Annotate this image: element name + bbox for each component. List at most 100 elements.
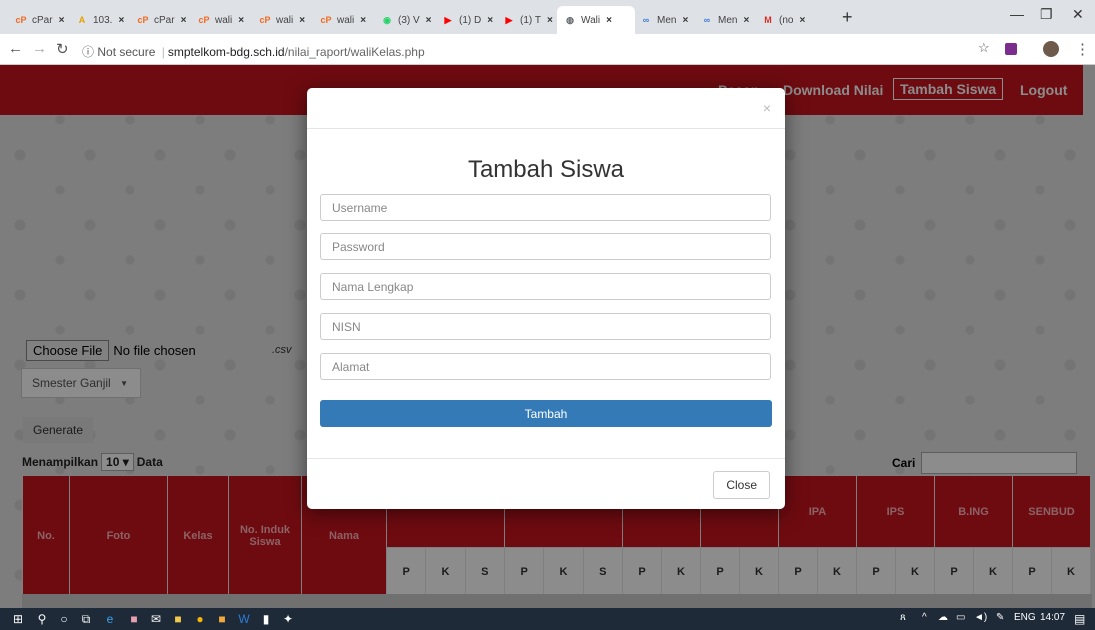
- clock[interactable]: 14:07: [1040, 612, 1065, 623]
- browser-tab-label: Men: [657, 14, 677, 26]
- tambah-siswa-modal: × Tambah Siswa Tambah Close: [307, 88, 785, 509]
- browser-tab-label: 103.: [93, 14, 113, 26]
- fullname-field[interactable]: [320, 273, 771, 300]
- app-icon[interactable]: ■: [214, 611, 230, 627]
- info-icon[interactable]: ⓘ: [82, 45, 94, 59]
- cpanel-icon: cP: [15, 15, 27, 25]
- close-tab-icon[interactable]: ×: [360, 15, 366, 26]
- back-icon[interactable]: ←: [8, 40, 23, 57]
- browser-tab[interactable]: M (no ×: [755, 6, 818, 34]
- bookmark-star-icon[interactable]: ☆: [978, 40, 990, 56]
- browser-tab-label: (1) D: [459, 14, 482, 26]
- browser-tab[interactable]: cP wali ×: [191, 6, 254, 34]
- close-tab-icon[interactable]: ×: [59, 15, 65, 26]
- browser-tab-label: (1) T: [520, 14, 541, 26]
- mail-icon[interactable]: ✉: [148, 611, 164, 627]
- browser-tab[interactable]: ◉ (3) V ×: [374, 6, 437, 34]
- modal-title: Tambah Siswa: [467, 156, 625, 183]
- close-tab-icon[interactable]: ×: [238, 15, 244, 26]
- battery-icon[interactable]: ▭: [956, 612, 965, 623]
- browser-tab[interactable]: cP cPar ×: [130, 6, 193, 34]
- restore-icon[interactable]: ❐: [1040, 6, 1053, 23]
- word-icon[interactable]: W: [236, 611, 252, 627]
- address-bar: ← → ↻ ⓘ Not secure | smptelkom-bdg.sch.id…: [0, 34, 1095, 65]
- browser-tab[interactable]: A 103. ×: [69, 6, 132, 34]
- close-tab-icon[interactable]: ×: [547, 15, 553, 26]
- browser-tab-label: wali: [337, 14, 355, 26]
- app-icon-2[interactable]: ▮: [258, 611, 274, 627]
- new-tab-button[interactable]: +: [842, 7, 853, 28]
- windows-start-icon[interactable]: ⊞: [10, 611, 26, 627]
- security-label: Not secure: [97, 45, 156, 59]
- youtube-icon: ▶: [505, 15, 513, 25]
- reload-icon[interactable]: ↻: [56, 40, 69, 58]
- browser-tab-label: cPar: [154, 14, 175, 26]
- close-tab-icon[interactable]: ×: [181, 15, 187, 26]
- url-path: /nilai_raport/waliKelas.php: [284, 45, 425, 59]
- chrome-icon[interactable]: ●: [192, 611, 208, 627]
- nisn-field[interactable]: [320, 313, 771, 340]
- close-button[interactable]: Close: [713, 471, 770, 499]
- folder-icon[interactable]: ■: [170, 611, 186, 627]
- browser-tab[interactable]: cP wali ×: [313, 6, 376, 34]
- close-tab-icon[interactable]: ×: [606, 15, 612, 26]
- browser-tab[interactable]: ▶ (1) D ×: [435, 6, 498, 34]
- close-tab-icon[interactable]: ×: [426, 15, 432, 26]
- profile-avatar[interactable]: [1043, 41, 1059, 57]
- close-tab-icon[interactable]: ×: [682, 15, 688, 26]
- edge-icon[interactable]: e: [102, 611, 118, 627]
- close-tab-icon[interactable]: ×: [799, 15, 805, 26]
- close-tab-icon[interactable]: ×: [487, 15, 493, 26]
- browser-tab-label: wali: [215, 14, 233, 26]
- people-icon[interactable]: ጸ: [900, 612, 906, 623]
- browser-tab-label: (no: [779, 14, 794, 26]
- store-icon[interactable]: ■: [126, 611, 142, 627]
- cpanel-icon: cP: [320, 15, 332, 25]
- menu-kebab-icon[interactable]: ⋮: [1075, 40, 1090, 58]
- address-field[interactable]: [320, 353, 771, 380]
- pen-icon[interactable]: ✎: [996, 612, 1004, 623]
- browser-tab-label: wali: [276, 14, 294, 26]
- browser-tab[interactable]: ▶ (1) T ×: [496, 6, 559, 34]
- cpanel-icon: cP: [137, 15, 149, 25]
- browser-tab-label: (3) V: [398, 14, 420, 26]
- close-icon[interactable]: ×: [763, 100, 771, 116]
- minimize-icon[interactable]: —: [1010, 6, 1024, 22]
- username-field[interactable]: [320, 194, 771, 221]
- browser-tab-strip: cP cPar × A 103. × cP cPar × cP wali × cP wali × cP wali…: [0, 0, 1095, 34]
- modal-header-divider: [307, 128, 785, 129]
- volume-icon[interactable]: ◄): [974, 612, 987, 623]
- browser-tab-label: cPar: [32, 14, 53, 26]
- browser-tab[interactable]: cP cPar ×: [8, 6, 71, 34]
- network-icon[interactable]: ☁: [938, 612, 948, 623]
- url-field[interactable]: ⓘ Not secure | smptelkom-bdg.sch.id/nilai…: [82, 43, 425, 60]
- cortana-icon[interactable]: ○: [56, 611, 72, 627]
- language-indicator[interactable]: ENG: [1014, 612, 1036, 623]
- globe-icon: ◍: [566, 15, 574, 25]
- close-window-icon[interactable]: ✕: [1072, 6, 1084, 23]
- cpanel-icon: cP: [198, 15, 210, 25]
- search-icon[interactable]: ⚲: [34, 611, 50, 627]
- browser-tab[interactable]: ∞ Men ×: [694, 6, 757, 34]
- tray-chevron-icon[interactable]: ^: [922, 612, 927, 623]
- whatsapp-icon: ◉: [383, 15, 391, 25]
- extension-icon[interactable]: [1005, 43, 1017, 55]
- forward-icon[interactable]: →: [32, 40, 47, 57]
- close-tab-icon[interactable]: ×: [118, 15, 124, 26]
- browser-tab[interactable]: cP wali ×: [252, 6, 315, 34]
- browser-tab[interactable]: ∞ Men ×: [633, 6, 696, 34]
- close-tab-icon[interactable]: ×: [743, 15, 749, 26]
- windows-taskbar: ⊞ ⚲ ○ ⧉ e ■ ✉ ■ ● ■ W ▮ ✦ ጸ ^ ☁ ▭ ◄) ✎ E…: [0, 608, 1095, 630]
- browser-tab[interactable]: ◍ Wali ×: [557, 6, 635, 34]
- chart-icon: A: [78, 15, 86, 25]
- link-icon: ∞: [642, 15, 650, 25]
- task-view-icon[interactable]: ⧉: [78, 611, 94, 627]
- close-tab-icon[interactable]: ×: [299, 15, 305, 26]
- url-host: smptelkom-bdg.sch.id: [167, 45, 285, 59]
- cpanel-icon: cP: [259, 15, 271, 25]
- gmail-icon: M: [764, 15, 772, 25]
- app-icon-3[interactable]: ✦: [280, 611, 296, 627]
- notification-icon[interactable]: ▤: [1074, 612, 1085, 626]
- password-field[interactable]: [320, 233, 771, 260]
- tambah-button[interactable]: Tambah: [320, 400, 772, 427]
